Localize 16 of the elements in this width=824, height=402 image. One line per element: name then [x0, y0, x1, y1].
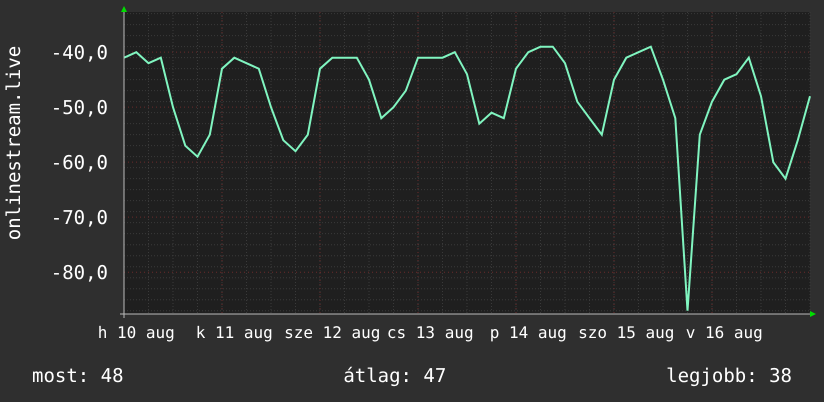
y-tick-label: -60,0: [50, 152, 108, 174]
stat-text: legjobb: 38: [666, 364, 792, 389]
y-tick-label: -40,0: [50, 42, 108, 64]
x-tick-label: v 16 aug: [686, 323, 763, 342]
y-tick-label: -70,0: [50, 207, 108, 230]
x-tick-label: sze 12 aug: [284, 323, 380, 342]
x-tick-label: p 14 aug: [490, 323, 567, 342]
x-tick-label: h 10 aug: [98, 323, 175, 342]
axis-title: onlinestream.live: [3, 46, 25, 240]
x-tick-label: cs 13 aug: [386, 323, 474, 342]
x-tick-label: szo 15 aug: [578, 323, 674, 342]
y-tick-label: -80,0: [50, 262, 108, 284]
x-tick-label: k 11 aug: [196, 323, 273, 342]
stat-text: átlag: 47: [343, 364, 446, 389]
y-tick-label: -50,0: [50, 97, 108, 120]
stat-text: most: 48: [32, 364, 124, 389]
